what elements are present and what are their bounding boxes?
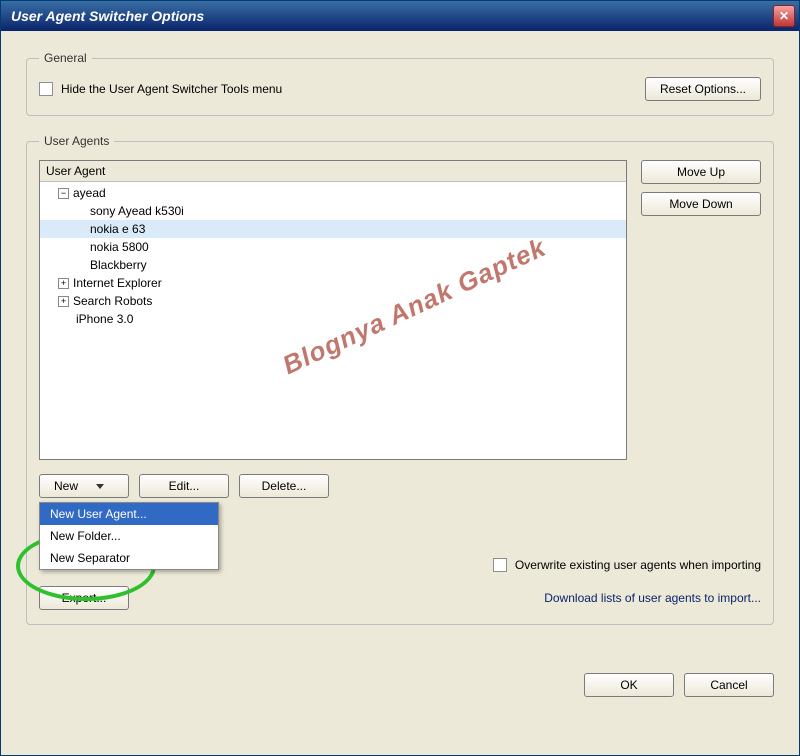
tree-label: nokia e 63 [90, 222, 145, 236]
hide-menu-label: Hide the User Agent Switcher Tools menu [61, 82, 282, 96]
menu-new-folder[interactable]: New Folder... [40, 525, 218, 547]
user-agent-list[interactable]: User Agent − ayead sony Ayead k530i noki… [39, 160, 627, 460]
download-link[interactable]: Download lists of user agents to import.… [544, 591, 761, 605]
chevron-down-icon [96, 484, 104, 489]
tree-item-ayead[interactable]: − ayead [40, 184, 626, 202]
edit-button[interactable]: Edit... [139, 474, 229, 498]
hide-menu-checkbox-row[interactable]: Hide the User Agent Switcher Tools menu [39, 82, 282, 96]
list-column-header[interactable]: User Agent [40, 161, 626, 182]
ua-container: User Agent − ayead sony Ayead k530i noki… [39, 160, 761, 460]
move-down-button[interactable]: Move Down [641, 192, 761, 216]
overwrite-label: Overwrite existing user agents when impo… [515, 558, 761, 572]
menu-new-separator[interactable]: New Separator [40, 547, 218, 569]
expand-icon[interactable]: + [58, 278, 69, 289]
collapse-icon[interactable]: − [58, 188, 69, 199]
close-icon: ✕ [779, 9, 789, 23]
side-buttons: Move Up Move Down [641, 160, 761, 460]
delete-button[interactable]: Delete... [239, 474, 329, 498]
user-agents-fieldset: User Agents User Agent − ayead sony Ayea… [26, 134, 774, 625]
tree-label: ayead [73, 186, 106, 200]
tree-label: iPhone 3.0 [76, 312, 133, 326]
user-agents-legend: User Agents [39, 134, 114, 148]
options-window: User Agent Switcher Options ✕ General Hi… [0, 0, 800, 756]
hide-menu-checkbox[interactable] [39, 82, 53, 96]
general-row: Hide the User Agent Switcher Tools menu … [39, 77, 761, 101]
new-dropdown-menu: New User Agent... New Folder... New Sepa… [39, 502, 219, 570]
expand-icon[interactable]: + [58, 296, 69, 307]
tree-label: Internet Explorer [73, 276, 162, 290]
ok-button[interactable]: OK [584, 673, 674, 697]
tree-label: nokia 5800 [90, 240, 149, 254]
tree-item-selected[interactable]: nokia e 63 [40, 220, 626, 238]
general-legend: General [39, 51, 92, 65]
export-button[interactable]: Export... [39, 586, 129, 610]
content-area: General Hide the User Agent Switcher Too… [1, 31, 799, 663]
tree-item[interactable]: sony Ayead k530i [40, 202, 626, 220]
tree-label: Blackberry [90, 258, 147, 272]
close-button[interactable]: ✕ [773, 5, 795, 27]
window-title: User Agent Switcher Options [11, 8, 204, 24]
action-row: New Edit... Delete... New User Agent... … [39, 474, 761, 498]
import-row: Export... Download lists of user agents … [39, 586, 761, 610]
cancel-button[interactable]: Cancel [684, 673, 774, 697]
dialog-buttons: OK Cancel [1, 663, 799, 712]
ua-tree: − ayead sony Ayead k530i nokia e 63 noki… [40, 182, 626, 330]
tree-item[interactable]: nokia 5800 [40, 238, 626, 256]
tree-label: sony Ayead k530i [90, 204, 184, 218]
reset-options-button[interactable]: Reset Options... [645, 77, 761, 101]
new-button[interactable]: New [39, 474, 129, 498]
overwrite-checkbox[interactable] [493, 558, 507, 572]
tree-item[interactable]: Blackberry [40, 256, 626, 274]
move-up-button[interactable]: Move Up [641, 160, 761, 184]
tree-item-robots[interactable]: + Search Robots [40, 292, 626, 310]
tree-label: Search Robots [73, 294, 152, 308]
tree-item-iphone[interactable]: iPhone 3.0 [40, 310, 626, 328]
general-fieldset: General Hide the User Agent Switcher Too… [26, 51, 774, 116]
overwrite-checkbox-row[interactable]: Overwrite existing user agents when impo… [493, 558, 761, 572]
titlebar: User Agent Switcher Options ✕ [1, 1, 799, 31]
new-button-label: New [54, 479, 78, 493]
menu-new-user-agent[interactable]: New User Agent... [40, 503, 218, 525]
tree-item-ie[interactable]: + Internet Explorer [40, 274, 626, 292]
